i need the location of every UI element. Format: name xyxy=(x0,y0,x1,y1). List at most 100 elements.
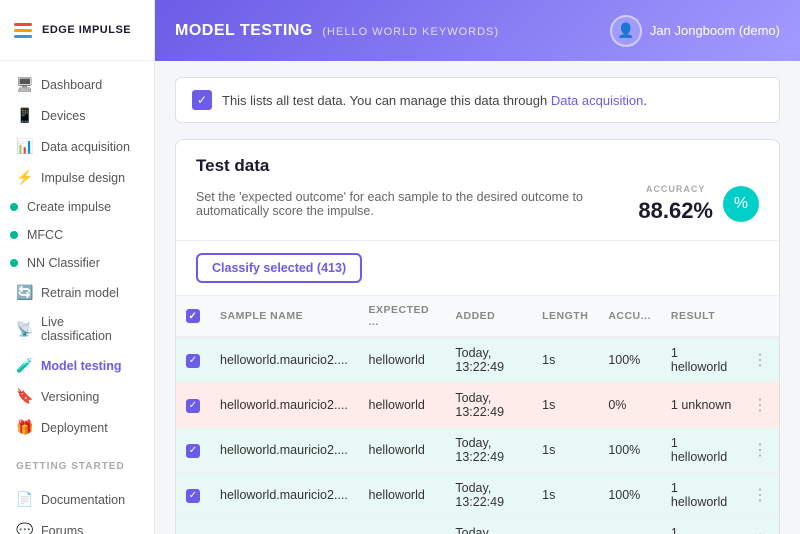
row-added: Today, 13:22:49 xyxy=(445,383,532,428)
row-added: Today, 13:22:45 xyxy=(445,518,532,534)
sidebar-item-impulse-design[interactable]: ⚡ Impulse design xyxy=(0,162,154,193)
sidebar-item-deployment[interactable]: 🎁 Deployment xyxy=(0,412,154,443)
row-length: 1s xyxy=(532,518,598,534)
sidebar-label-model-testing: Model testing xyxy=(41,359,122,373)
row-expected: helloworld xyxy=(359,337,446,383)
row-checkbox[interactable]: ✓ xyxy=(186,444,200,458)
row-sample: helloworld.mathijs3.w... xyxy=(210,518,359,534)
deployment-icon: 🎁 xyxy=(16,419,32,436)
sidebar-item-live-classification[interactable]: 📡 Live classification xyxy=(0,308,154,350)
table-row: ✓ helloworld.mauricio2.... helloworld To… xyxy=(176,428,779,473)
row-result: 1 unknown xyxy=(661,383,742,428)
sidebar-label-forums: Forums xyxy=(41,524,83,534)
row-result: 1 helloworld xyxy=(661,337,742,383)
sidebar-item-retrain-model[interactable]: 🔄 Retrain model xyxy=(0,277,154,308)
row-menu-icon[interactable]: ⋮ xyxy=(752,487,769,504)
data-icon: 📊 xyxy=(16,138,32,155)
sidebar-item-documentation[interactable]: 📄 Documentation xyxy=(0,484,154,515)
logo-icon xyxy=(14,23,32,38)
row-sample: helloworld.mauricio2.... xyxy=(210,337,359,383)
banner-text: This lists all test data. You can manage… xyxy=(222,93,647,108)
sidebar-label-mfcc: MFCC xyxy=(27,228,63,242)
sidebar-label-impulse-design: Impulse design xyxy=(41,171,125,185)
sidebar-item-data-acquisition[interactable]: 📊 Data acquisition xyxy=(0,131,154,162)
row-result: 1 helloworld xyxy=(661,518,742,534)
col-result: RESULT xyxy=(661,296,742,338)
select-all-checkbox[interactable]: ✓ xyxy=(186,309,200,323)
sidebar-label-create-impulse: Create impulse xyxy=(27,200,111,214)
row-result: 1 helloworld xyxy=(661,428,742,473)
row-added: Today, 13:22:49 xyxy=(445,337,532,383)
mfcc-dot xyxy=(10,231,18,239)
col-expected: EXPECTED ... xyxy=(359,296,446,338)
row-menu[interactable]: ⋮ xyxy=(742,337,779,383)
avatar: 👤 xyxy=(610,15,642,47)
classify-button[interactable]: Classify selected (413) xyxy=(196,253,362,283)
test-data-table: ✓ SAMPLE NAME EXPECTED ... ADDED LENGTH … xyxy=(176,295,779,534)
accuracy-label: ACCURACY xyxy=(646,184,706,194)
user-name: Jan Jongboom (demo) xyxy=(650,23,780,38)
row-accuracy: 100% xyxy=(598,518,661,534)
info-banner: ✓ This lists all test data. You can mana… xyxy=(175,77,780,123)
row-checkbox[interactable]: ✓ xyxy=(186,489,200,503)
subtitle-row: Set the 'expected outcome' for each samp… xyxy=(196,184,759,224)
sidebar-item-devices[interactable]: 📱 Devices xyxy=(0,100,154,131)
page-header: MODEL TESTING (HELLO WORLD KEYWORDS) 👤 J… xyxy=(155,0,800,61)
table-row: ✓ helloworld.mauricio2.... helloworld To… xyxy=(176,383,779,428)
row-menu[interactable]: ⋮ xyxy=(742,473,779,518)
row-checkbox-cell: ✓ xyxy=(176,428,210,473)
row-added: Today, 13:22:49 xyxy=(445,473,532,518)
test-data-header: Test data Set the 'expected outcome' for… xyxy=(176,140,779,241)
row-sample: helloworld.mauricio2.... xyxy=(210,473,359,518)
sidebar-label-nn-classifier: NN Classifier xyxy=(27,256,100,270)
row-length: 1s xyxy=(532,383,598,428)
sidebar-item-forums[interactable]: 💬 Forums xyxy=(0,515,154,534)
row-menu[interactable]: ⋮ xyxy=(742,518,779,534)
row-result: 1 helloworld xyxy=(661,473,742,518)
sidebar-item-model-testing[interactable]: 🧪 Model testing xyxy=(0,350,154,381)
row-menu-icon[interactable]: ⋮ xyxy=(752,397,769,414)
table-row: ✓ helloworld.mauricio2.... helloworld To… xyxy=(176,337,779,383)
sidebar-item-dashboard[interactable]: 🖥 Dashboard xyxy=(0,69,154,100)
row-checkbox-cell: ✓ xyxy=(176,383,210,428)
data-acquisition-link[interactable]: Data acquisition xyxy=(551,93,644,108)
accuracy-section: ACCURACY 88.62% % xyxy=(638,184,759,224)
sidebar-item-mfcc[interactable]: MFCC xyxy=(0,221,154,249)
row-menu-icon[interactable]: ⋮ xyxy=(752,442,769,459)
table-header: ✓ SAMPLE NAME EXPECTED ... ADDED LENGTH … xyxy=(176,296,779,338)
table-row: ✓ helloworld.mauricio2.... helloworld To… xyxy=(176,473,779,518)
sidebar-item-versioning[interactable]: 🔖 Versioning xyxy=(0,381,154,412)
user-info: 👤 Jan Jongboom (demo) xyxy=(610,15,780,47)
row-checkbox-cell: ✓ xyxy=(176,337,210,383)
row-menu-icon[interactable]: ⋮ xyxy=(752,352,769,369)
accuracy-value: 88.62% xyxy=(638,198,713,224)
row-checkbox[interactable]: ✓ xyxy=(186,354,200,368)
row-accuracy: 100% xyxy=(598,428,661,473)
sidebar-nav: 🖥 Dashboard 📱 Devices 📊 Data acquisition… xyxy=(0,61,154,451)
sidebar-label-live: Live classification xyxy=(41,315,138,343)
row-sample: helloworld.mauricio2.... xyxy=(210,383,359,428)
row-menu[interactable]: ⋮ xyxy=(742,428,779,473)
create-impulse-dot xyxy=(10,203,18,211)
docs-icon: 📄 xyxy=(16,491,32,508)
page-subtitle: (HELLO WORLD KEYWORDS) xyxy=(322,26,499,38)
col-added: ADDED xyxy=(445,296,532,338)
row-accuracy: 100% xyxy=(598,337,661,383)
accuracy-block: ACCURACY 88.62% xyxy=(638,184,713,224)
sidebar-item-nn-classifier[interactable]: NN Classifier xyxy=(0,249,154,277)
sidebar-label-versioning: Versioning xyxy=(41,390,99,404)
header-title-area: MODEL TESTING (HELLO WORLD KEYWORDS) xyxy=(175,22,499,40)
impulse-icon: ⚡ xyxy=(16,169,32,186)
sidebar: EDGE IMPULSE 🖥 Dashboard 📱 Devices 📊 Dat… xyxy=(0,0,155,534)
row-checkbox-cell: ✓ xyxy=(176,473,210,518)
page-title: MODEL TESTING xyxy=(175,22,313,39)
col-menu xyxy=(742,296,779,338)
row-menu[interactable]: ⋮ xyxy=(742,383,779,428)
row-accuracy: 0% xyxy=(598,383,661,428)
main-panel: MODEL TESTING (HELLO WORLD KEYWORDS) 👤 J… xyxy=(155,0,800,534)
row-checkbox[interactable]: ✓ xyxy=(186,399,200,413)
logo-text: EDGE IMPULSE xyxy=(42,24,131,36)
sidebar-item-create-impulse[interactable]: Create impulse xyxy=(0,193,154,221)
col-accuracy: ACCU... xyxy=(598,296,661,338)
nn-dot xyxy=(10,259,18,267)
